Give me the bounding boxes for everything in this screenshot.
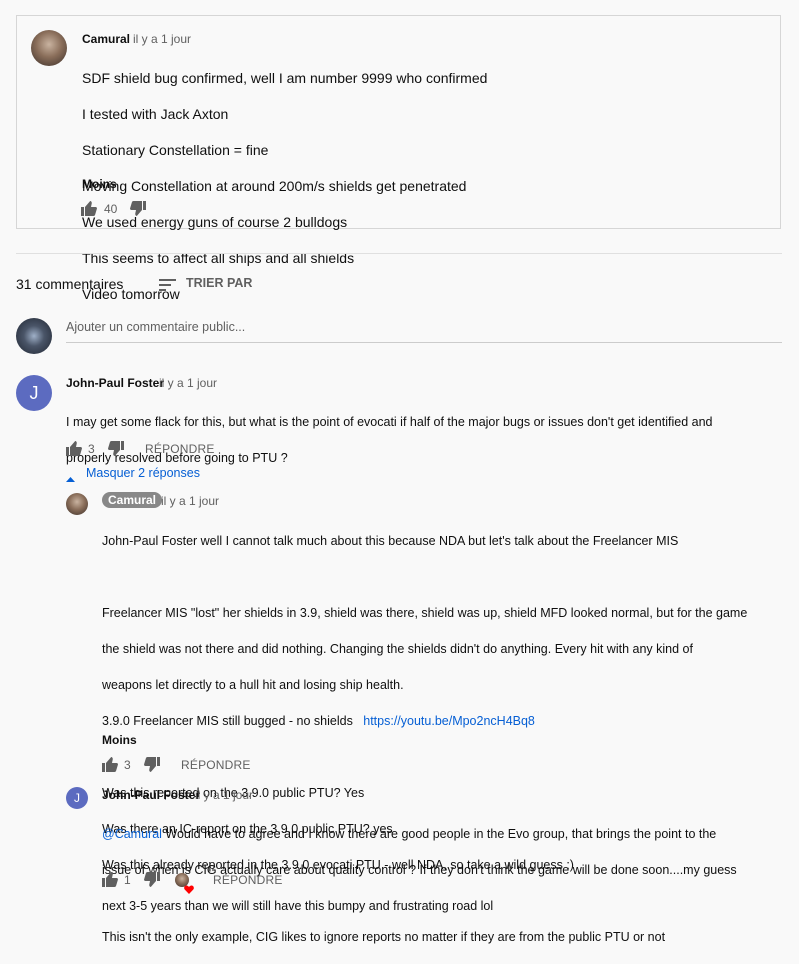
- dislike-icon[interactable]: [108, 441, 124, 461]
- reply-author[interactable]: John-Paul Foster: [102, 788, 200, 802]
- reply-text: @Camural Would have to agree and I know …: [102, 807, 782, 933]
- divider: [16, 253, 782, 254]
- sort-icon[interactable]: [159, 278, 176, 296]
- reply-button[interactable]: RÉPONDRE: [181, 758, 251, 772]
- pinned-line: We used energy guns of course 2 bulldogs: [82, 214, 348, 230]
- hide-replies-toggle[interactable]: Masquer 2 réponses: [86, 466, 200, 480]
- like-icon[interactable]: [66, 441, 82, 461]
- comment-time[interactable]: il y a 1 jour: [159, 376, 217, 390]
- reply-line: Would have to agree and I know there are…: [161, 827, 717, 841]
- pinned-less-link[interactable]: Moins: [82, 177, 117, 191]
- reply-line: the shield was not there and did nothing…: [102, 642, 693, 656]
- reply-line: issue of when is CIG actually care about…: [102, 863, 737, 877]
- like-count: 1: [124, 873, 131, 887]
- reply-line: John-Paul Foster well I cannot talk much…: [102, 534, 679, 548]
- comment-author[interactable]: John-Paul Foster: [66, 376, 164, 390]
- camural-avatar[interactable]: [66, 493, 88, 515]
- dislike-icon[interactable]: [130, 201, 146, 221]
- camural-avatar[interactable]: [31, 30, 67, 66]
- comment-line: I may get some flack for this, but what …: [66, 415, 713, 429]
- mention-link[interactable]: @Camural: [102, 827, 162, 841]
- like-count: 3: [124, 758, 131, 772]
- pinned-line: SDF shield bug confirmed, well I am numb…: [82, 70, 488, 86]
- pinned-line: Stationary Constellation = fine: [82, 142, 269, 158]
- user-avatar: [16, 318, 52, 354]
- like-icon[interactable]: [81, 201, 97, 221]
- like-icon[interactable]: [102, 872, 118, 892]
- reply-button[interactable]: RÉPONDRE: [145, 442, 215, 456]
- heart-icon: [184, 881, 194, 899]
- reply-line: 3.9.0 Freelancer MIS still bugged - no s…: [102, 714, 353, 728]
- dislike-icon[interactable]: [144, 872, 160, 892]
- dislike-icon[interactable]: [144, 757, 160, 777]
- sort-button[interactable]: TRIER PAR: [186, 276, 252, 290]
- pinned-author[interactable]: Camural: [82, 32, 130, 46]
- reply-line: Freelancer MIS "lost" her shields in 3.9…: [102, 606, 748, 620]
- pinned-time[interactable]: il y a 1 jour: [133, 32, 191, 46]
- like-count: 3: [88, 442, 95, 456]
- reply-button[interactable]: RÉPONDRE: [213, 873, 283, 887]
- comment-input[interactable]: Ajouter un commentaire public...: [66, 320, 782, 343]
- commenter-avatar[interactable]: J: [16, 375, 52, 411]
- chevron-up-icon[interactable]: [66, 469, 75, 487]
- commenter-avatar[interactable]: J: [66, 787, 88, 809]
- reply-line: weapons let directly to a hull hit and l…: [102, 678, 404, 692]
- reply-time[interactable]: il y a 1 jour: [161, 494, 219, 508]
- pinned-text: SDF shield bug confirmed, well I am numb…: [82, 51, 762, 321]
- pinned-line: This seems to affect all ships and all s…: [82, 250, 355, 266]
- pinned-line: Video tomorrow: [82, 286, 180, 302]
- reply-time[interactable]: il y a 1 jour: [195, 788, 253, 802]
- pinned-line: I tested with Jack Axton: [82, 106, 229, 122]
- comment-count: 31 commentaires: [16, 276, 124, 292]
- like-icon[interactable]: [102, 757, 118, 777]
- author-badge[interactable]: Camural: [102, 492, 163, 508]
- pinned-line: Moving Constellation at around 200m/s sh…: [82, 178, 467, 194]
- pinned-like-count: 40: [104, 202, 118, 216]
- video-link[interactable]: https://youtu.be/Mpo2ncH4Bq8: [363, 714, 535, 728]
- reply-less-link[interactable]: Moins: [102, 733, 137, 747]
